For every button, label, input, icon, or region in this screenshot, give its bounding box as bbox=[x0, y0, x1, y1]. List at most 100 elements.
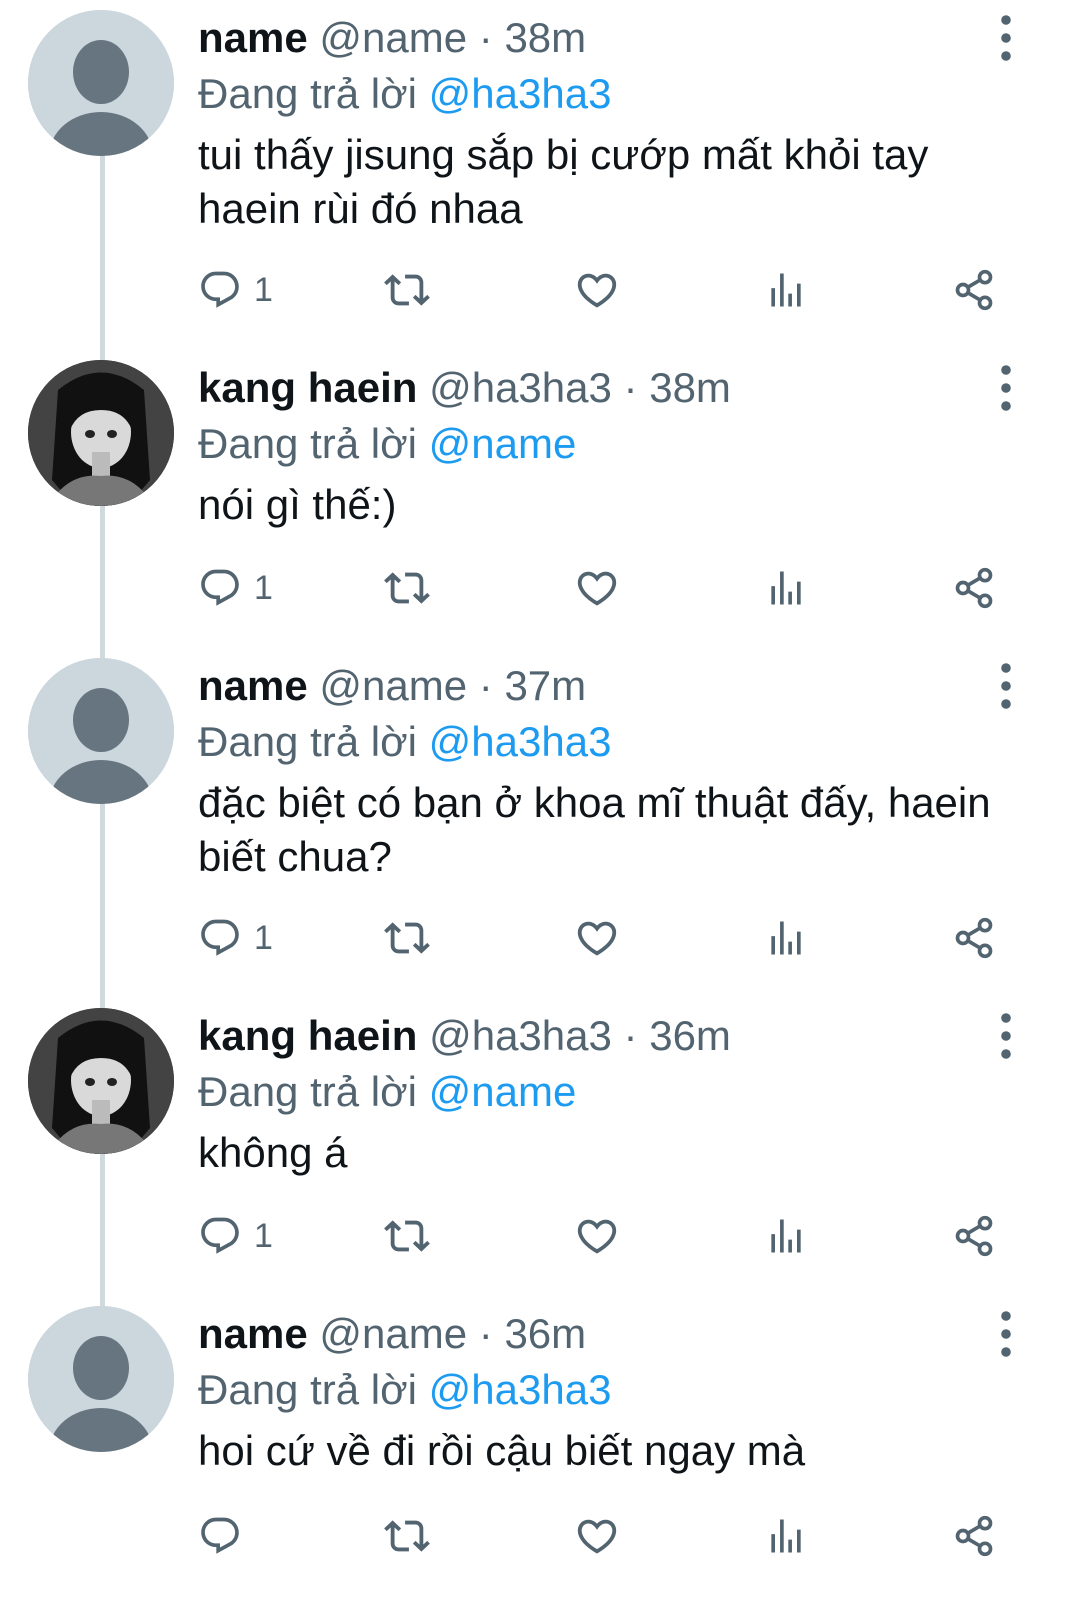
timestamp[interactable]: 38m bbox=[649, 364, 731, 411]
tweet[interactable]: name @name · 36m Đang trả lời @ha3ha3 ho… bbox=[0, 1296, 1080, 1599]
views-button[interactable] bbox=[764, 262, 808, 318]
reply-button[interactable]: 1 bbox=[198, 910, 273, 966]
replying-to-mention[interactable]: @name bbox=[429, 1068, 577, 1115]
tweet-actions: 1 bbox=[198, 262, 1018, 318]
like-button[interactable] bbox=[574, 560, 620, 616]
retweet-button[interactable] bbox=[384, 910, 430, 966]
separator-dot: · bbox=[478, 1310, 493, 1357]
more-options-icon[interactable] bbox=[1000, 364, 1030, 416]
tweet-header: kang haein @ha3ha3 · 38m bbox=[198, 360, 731, 416]
heart-icon bbox=[574, 1513, 620, 1559]
replying-to-label: Đang trả lời bbox=[198, 1068, 417, 1115]
share-button[interactable] bbox=[952, 1208, 996, 1264]
more-options-icon[interactable] bbox=[1000, 662, 1030, 714]
display-name[interactable]: name bbox=[198, 662, 308, 709]
reply-icon bbox=[198, 268, 242, 312]
replying-to: Đang trả lời @name bbox=[198, 1064, 576, 1120]
timestamp[interactable]: 36m bbox=[649, 1012, 731, 1059]
tweet[interactable]: kang haein @ha3ha3 · 36m Đang trả lời @n… bbox=[0, 998, 1080, 1296]
retweet-button[interactable] bbox=[384, 560, 430, 616]
views-icon bbox=[764, 916, 808, 960]
tweet-text: nói gì thế:) bbox=[198, 481, 397, 528]
retweet-button[interactable] bbox=[384, 262, 430, 318]
like-button[interactable] bbox=[574, 910, 620, 966]
replying-to: Đang trả lời @name bbox=[198, 416, 576, 472]
retweet-icon bbox=[384, 915, 430, 961]
tweet-header: kang haein @ha3ha3 · 36m bbox=[198, 1008, 731, 1064]
views-icon bbox=[764, 268, 808, 312]
views-button[interactable] bbox=[764, 560, 808, 616]
views-button[interactable] bbox=[764, 1508, 808, 1564]
user-handle[interactable]: @name bbox=[319, 1310, 467, 1357]
anime-girl-avatar[interactable] bbox=[28, 1008, 174, 1154]
tweet[interactable]: kang haein @ha3ha3 · 38m Đang trả lời @n… bbox=[0, 350, 1080, 650]
timestamp[interactable]: 37m bbox=[504, 662, 586, 709]
like-button[interactable] bbox=[574, 1208, 620, 1264]
retweet-button[interactable] bbox=[384, 1508, 430, 1564]
display-name[interactable]: name bbox=[198, 1310, 308, 1357]
like-button[interactable] bbox=[574, 1508, 620, 1564]
display-name[interactable]: kang haein bbox=[198, 364, 417, 411]
anime-girl-avatar[interactable] bbox=[28, 360, 174, 506]
separator-dot: · bbox=[623, 1012, 638, 1059]
reply-count: 1 bbox=[254, 918, 273, 957]
more-options-icon[interactable] bbox=[1000, 1012, 1030, 1064]
replying-to-mention[interactable]: @ha3ha3 bbox=[429, 70, 612, 117]
tweet-actions: 1 bbox=[198, 560, 1018, 616]
reply-count: 1 bbox=[254, 270, 273, 309]
share-button[interactable] bbox=[952, 1508, 996, 1564]
replying-to-mention[interactable]: @ha3ha3 bbox=[429, 718, 612, 765]
timestamp[interactable]: 38m bbox=[504, 14, 586, 61]
share-icon bbox=[952, 916, 996, 960]
user-handle[interactable]: @name bbox=[319, 14, 467, 61]
reply-button[interactable]: 1 bbox=[198, 262, 273, 318]
display-name[interactable]: kang haein bbox=[198, 1012, 417, 1059]
replying-to-mention[interactable]: @ha3ha3 bbox=[429, 1366, 612, 1413]
retweet-icon bbox=[384, 267, 430, 313]
retweet-icon bbox=[384, 565, 430, 611]
tweet-actions: 1 bbox=[198, 910, 1018, 966]
default-avatar-icon[interactable] bbox=[28, 658, 174, 804]
like-button[interactable] bbox=[574, 262, 620, 318]
retweet-icon bbox=[384, 1513, 430, 1559]
share-icon bbox=[952, 1214, 996, 1258]
user-handle[interactable]: @ha3ha3 bbox=[429, 364, 612, 411]
reply-button[interactable]: 1 bbox=[198, 1208, 273, 1264]
more-options-icon[interactable] bbox=[1000, 14, 1030, 66]
replying-to: Đang trả lời @ha3ha3 bbox=[198, 1362, 611, 1418]
views-button[interactable] bbox=[764, 1208, 808, 1264]
replying-to-label: Đang trả lời bbox=[198, 70, 417, 117]
share-button[interactable] bbox=[952, 910, 996, 966]
views-button[interactable] bbox=[764, 910, 808, 966]
reply-icon bbox=[198, 916, 242, 960]
more-options-icon[interactable] bbox=[1000, 1310, 1030, 1362]
reply-icon bbox=[198, 566, 242, 610]
tweet-text: không á bbox=[198, 1129, 348, 1176]
display-name[interactable]: name bbox=[198, 14, 308, 61]
reply-count: 1 bbox=[254, 568, 273, 607]
retweet-button[interactable] bbox=[384, 1208, 430, 1264]
reply-button[interactable]: 1 bbox=[198, 560, 273, 616]
heart-icon bbox=[574, 1213, 620, 1259]
views-icon bbox=[764, 1514, 808, 1558]
replying-to: Đang trả lời @ha3ha3 bbox=[198, 66, 611, 122]
tweet-header: name @name · 38m bbox=[198, 10, 586, 66]
reply-button[interactable] bbox=[198, 1508, 254, 1564]
share-button[interactable] bbox=[952, 262, 996, 318]
tweet[interactable]: name @name · 38m Đang trả lời @ha3ha3 tu… bbox=[0, 0, 1080, 350]
user-handle[interactable]: @ha3ha3 bbox=[429, 1012, 612, 1059]
separator-dot: · bbox=[478, 14, 493, 61]
views-icon bbox=[764, 566, 808, 610]
separator-dot: · bbox=[623, 364, 638, 411]
timestamp[interactable]: 36m bbox=[504, 1310, 586, 1357]
user-handle[interactable]: @name bbox=[319, 662, 467, 709]
replying-to-mention[interactable]: @name bbox=[429, 420, 577, 467]
tweet-header: name @name · 37m bbox=[198, 658, 586, 714]
views-icon bbox=[764, 1214, 808, 1258]
default-avatar-icon[interactable] bbox=[28, 1306, 174, 1452]
tweet-text: hoi cứ về đi rồi cậu biết ngay mà bbox=[198, 1427, 806, 1474]
share-button[interactable] bbox=[952, 560, 996, 616]
default-avatar-icon[interactable] bbox=[28, 10, 174, 156]
tweet-actions bbox=[198, 1508, 1018, 1564]
tweet[interactable]: name @name · 37m Đang trả lời @ha3ha3 đặ… bbox=[0, 648, 1080, 998]
